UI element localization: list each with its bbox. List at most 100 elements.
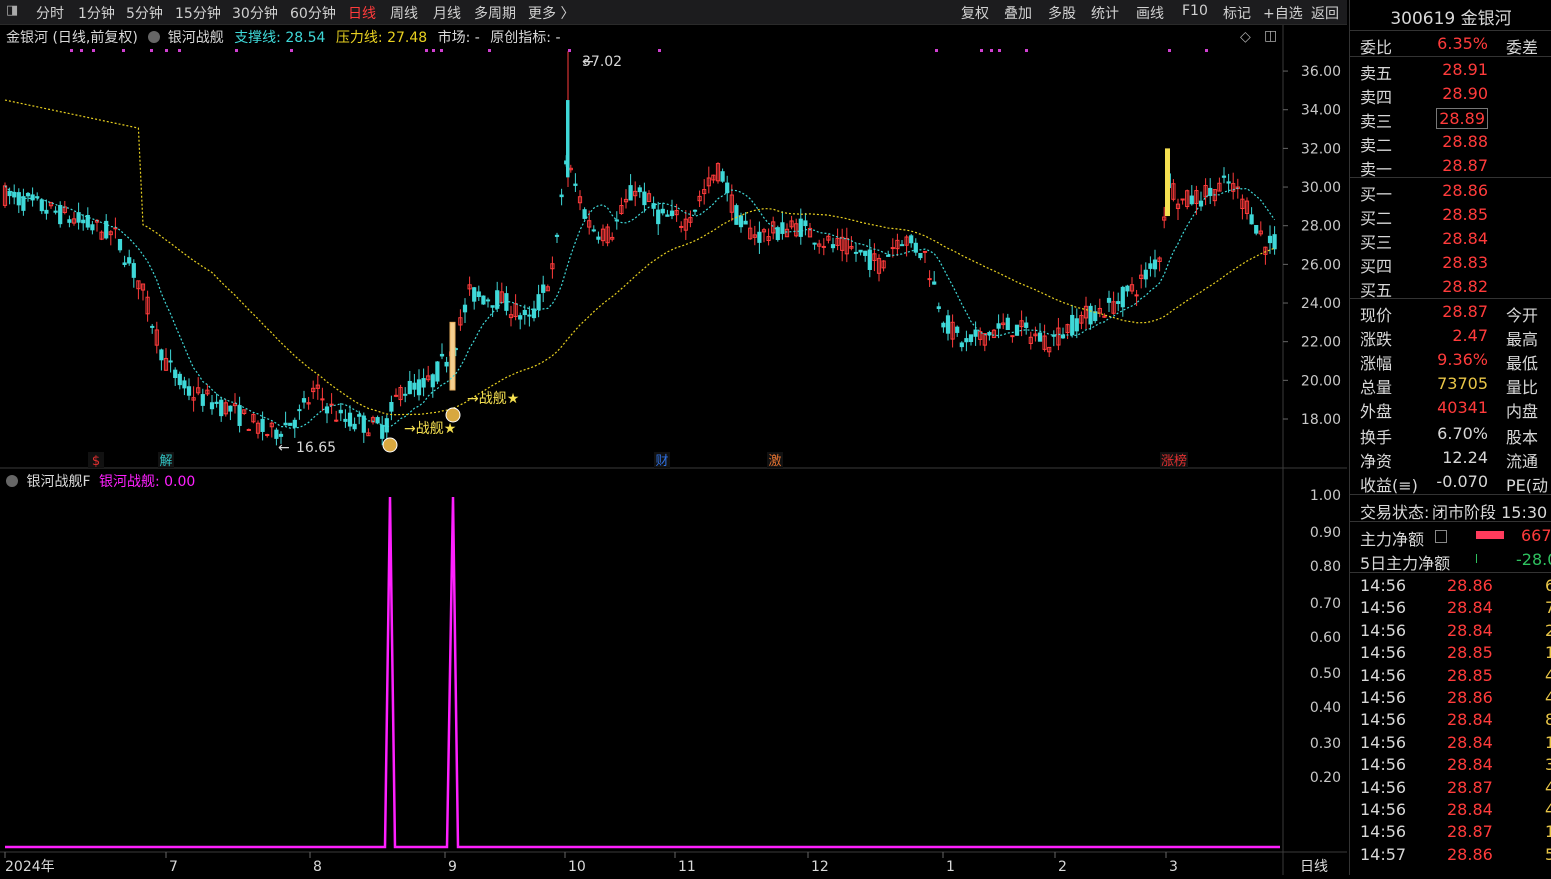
stat-right-label: 今开 bbox=[1506, 306, 1539, 325]
toolbar-button[interactable]: F10 bbox=[1182, 3, 1208, 19]
period-tab[interactable]: 更多 〉 bbox=[528, 3, 574, 23]
candle-body bbox=[30, 194, 35, 201]
tick-volume: 3 bbox=[1545, 755, 1551, 775]
period-tab[interactable]: 分时 bbox=[36, 3, 64, 23]
candle-body bbox=[1106, 297, 1112, 303]
tick-row: 14:56 28.84 4 bbox=[1350, 799, 1551, 821]
candle-body bbox=[481, 295, 486, 305]
bid-price: 28.84 bbox=[1442, 229, 1488, 248]
tick-price: 28.84 bbox=[1447, 755, 1493, 775]
tick-price: 28.84 bbox=[1447, 800, 1493, 819]
candle-body bbox=[973, 329, 978, 337]
candle-body bbox=[909, 235, 914, 244]
ask-row[interactable]: 卖一 28.87 bbox=[1350, 154, 1551, 179]
trade-status-value: 闭市阶段 15:30 bbox=[1432, 503, 1548, 522]
period-tab[interactable]: 周线 bbox=[390, 3, 418, 23]
toolbar-button[interactable]: 画线 bbox=[1136, 3, 1164, 23]
toolbar-button[interactable]: +自选 bbox=[1263, 3, 1303, 23]
period-toolbar: ◨ 分时 1分钟 5分钟 15分钟 30分钟 60分钟 日线 周线 月线 多周期 更多 〉 复权 叠加… bbox=[0, 0, 1347, 25]
toolbar-button[interactable]: 统计 bbox=[1091, 3, 1119, 23]
ask-row[interactable]: 卖五 28.91 bbox=[1350, 58, 1551, 83]
candle-body bbox=[522, 309, 527, 316]
main-net-label: 主力净额 bbox=[1360, 530, 1425, 549]
period-tab[interactable]: 月线 bbox=[433, 3, 461, 23]
candle-body bbox=[177, 373, 182, 386]
weibi-value: 6.35% bbox=[1437, 34, 1488, 53]
toolbar-button[interactable]: 叠加 bbox=[1004, 3, 1032, 23]
tick-price: 28.87 bbox=[1447, 822, 1493, 842]
sub-indicator-toggle-icon[interactable] bbox=[6, 475, 18, 487]
period-tab[interactable]: 60分钟 bbox=[290, 3, 336, 23]
ask-label: 卖二 bbox=[1360, 136, 1393, 155]
bid-label: 买三 bbox=[1360, 233, 1393, 252]
period-tab[interactable]: 5分钟 bbox=[126, 3, 163, 23]
x-tick-label: 11 bbox=[678, 859, 696, 875]
candle-body bbox=[1074, 318, 1079, 332]
tick-volume: 1 bbox=[1545, 732, 1551, 752]
signal-dot bbox=[80, 49, 83, 52]
toolbar-button[interactable]: 复权 bbox=[961, 3, 989, 23]
trade-status-row: 交易状态: 闭市阶段 15:30 bbox=[1350, 497, 1551, 522]
stat-right-label: 内盘 bbox=[1506, 402, 1539, 421]
divider bbox=[1350, 521, 1551, 522]
tick-time: 14:56 bbox=[1360, 688, 1407, 707]
bid-row[interactable]: 买五 28.82 bbox=[1350, 275, 1551, 300]
candle-body bbox=[495, 290, 500, 309]
candle-body bbox=[886, 254, 891, 257]
candle-body bbox=[1180, 198, 1185, 201]
main-net-doc-icon[interactable] bbox=[1435, 530, 1447, 543]
five-day-label: 5日主力净额 bbox=[1360, 554, 1451, 573]
tick-time: 14:56 bbox=[1360, 620, 1407, 640]
bid-row[interactable]: 买三 28.84 bbox=[1350, 227, 1551, 252]
period-tab[interactable]: 1分钟 bbox=[78, 3, 115, 23]
panel-toggle-icon[interactable]: ◫ bbox=[1264, 28, 1277, 44]
period-tab[interactable]: 多周期 bbox=[474, 3, 516, 23]
bid-row[interactable]: 买二 28.85 bbox=[1350, 203, 1551, 228]
candle-body bbox=[1093, 311, 1098, 322]
candle-body bbox=[131, 263, 136, 278]
low-marker-label: 16.65 bbox=[296, 440, 336, 456]
stat-value: -0.070 bbox=[1436, 472, 1488, 491]
ask-row[interactable]: 卖二 28.88 bbox=[1350, 130, 1551, 155]
signal-coin-icon bbox=[445, 407, 461, 423]
candle-body bbox=[899, 244, 905, 247]
toolbar-button[interactable]: 多股 bbox=[1048, 3, 1076, 23]
sidebar-toggle-icon[interactable]: ◨ bbox=[6, 3, 18, 18]
x-tick-label: 9 bbox=[448, 859, 457, 875]
indicator-toggle-icon[interactable] bbox=[148, 31, 161, 43]
stat-label: 涨跌 bbox=[1360, 330, 1393, 349]
period-tab[interactable]: 30分钟 bbox=[232, 3, 278, 23]
diamond-icon[interactable]: ◇ bbox=[1240, 29, 1251, 45]
period-tab[interactable]: 15分钟 bbox=[175, 3, 221, 23]
tick-volume: 6 bbox=[1545, 576, 1551, 595]
tick-row: 14:56 28.84 2 bbox=[1350, 620, 1551, 642]
candle-body bbox=[1254, 225, 1259, 234]
candle-body bbox=[58, 204, 63, 225]
candle-body bbox=[384, 418, 389, 433]
candle-body bbox=[301, 398, 307, 403]
toolbar-button[interactable]: 标记 bbox=[1223, 3, 1251, 23]
bid-row[interactable]: 买一 28.86 bbox=[1350, 179, 1551, 204]
candle-body bbox=[665, 214, 670, 217]
kline-chart[interactable]: 36.00 34.00 32.00 30.00 28.00 26.00 24.00 22.00… bbox=[0, 25, 1347, 875]
x-tick-label: 10 bbox=[568, 859, 586, 875]
candle-body bbox=[150, 325, 155, 328]
toolbar-button[interactable]: 返回 bbox=[1311, 3, 1339, 23]
pressure-value: 27.48 bbox=[387, 30, 428, 46]
period-tab[interactable]: 日线 bbox=[348, 3, 376, 23]
sub-indicator-name[interactable]: 银河战舰F bbox=[26, 474, 90, 490]
candle-body bbox=[39, 199, 44, 212]
tick-time: 14:56 bbox=[1360, 598, 1407, 618]
indicator-name[interactable]: 银河战舰 bbox=[168, 30, 224, 46]
candle-body bbox=[278, 433, 284, 437]
candle-body bbox=[389, 401, 394, 412]
bid-price: 28.83 bbox=[1442, 253, 1488, 272]
stat-row: 换手 6.70% 股本 bbox=[1350, 422, 1551, 447]
ask-row[interactable]: 卖三 28.89 bbox=[1350, 106, 1551, 131]
candle-body bbox=[628, 185, 633, 201]
ask-row[interactable]: 卖四 28.90 bbox=[1350, 82, 1551, 107]
candle-body bbox=[329, 403, 334, 406]
stat-label: 外盘 bbox=[1360, 402, 1393, 421]
trade-status-label: 交易状态: bbox=[1360, 503, 1430, 522]
bid-row[interactable]: 买四 28.83 bbox=[1350, 251, 1551, 276]
